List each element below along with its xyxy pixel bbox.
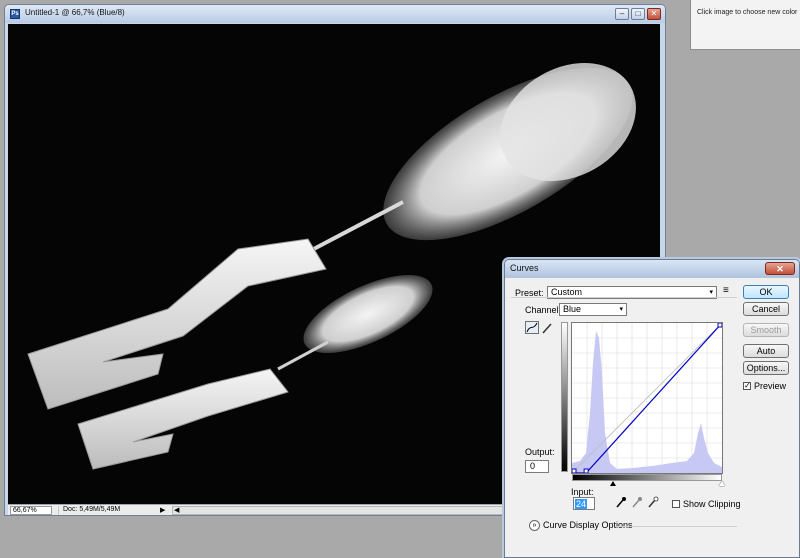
document-title-bar[interactable]: Ps Untitled-1 @ 66,7% (Blue/8) – □ ✕ [5, 5, 665, 23]
maximize-button[interactable]: □ [631, 8, 645, 20]
black-eyedropper-icon[interactable] [615, 496, 627, 508]
color-panel: Click image to choose new color [690, 0, 800, 50]
curve-display-options-label: Curve Display Options [543, 520, 633, 530]
gray-eyedropper-icon[interactable] [631, 496, 643, 508]
curve-point[interactable] [583, 468, 589, 474]
output-label: Output: [525, 447, 555, 457]
channel-label: Channel: [525, 305, 562, 315]
auto-button[interactable]: Auto [743, 344, 789, 358]
expand-options-icon[interactable]: » [529, 520, 540, 531]
zoom-field[interactable]: 66,67% [10, 506, 52, 515]
channel-select[interactable]: Blue ▾ [559, 303, 627, 316]
input-label: Input: [571, 487, 594, 497]
input-value: 24 [575, 499, 588, 509]
ok-button[interactable]: OK [743, 285, 789, 299]
curve-edit-tool-icon[interactable] [525, 321, 539, 334]
curve-point[interactable] [571, 468, 577, 474]
document-title: Untitled-1 @ 66,7% (Blue/8) [25, 8, 125, 17]
curves-title-bar[interactable]: Curves ✕ [505, 260, 799, 278]
dialog-title: Curves [510, 263, 539, 273]
group-divider [511, 297, 737, 298]
show-clipping-label: Show Clipping [683, 499, 741, 509]
curve-point[interactable] [717, 322, 723, 328]
white-point-slider[interactable] [719, 481, 725, 486]
white-eyedropper-icon[interactable] [647, 496, 659, 508]
photoshop-icon: Ps [10, 9, 20, 19]
small-brush-bristles [303, 275, 433, 353]
black-point-slider[interactable] [610, 481, 616, 486]
output-gradient-bar [561, 322, 568, 472]
small-brush-wire [277, 340, 329, 371]
minimize-button[interactable]: – [615, 8, 629, 20]
options-divider [615, 526, 737, 527]
channel-value: Blue [563, 304, 582, 314]
input-field[interactable]: 24 [573, 497, 595, 510]
curves-dialog: Curves ✕ Preset: Custom ▾ ≡ Channel: Blu… [504, 259, 800, 558]
large-brush-bristles [383, 62, 636, 241]
color-hint: Click image to choose new color [697, 9, 798, 16]
close-button[interactable]: ✕ [647, 8, 661, 20]
scroll-left-icon[interactable]: ◀ [174, 506, 179, 514]
options-button[interactable]: Options... [743, 361, 789, 375]
preview-label: Preview [754, 381, 787, 391]
cancel-button[interactable]: Cancel [743, 302, 789, 316]
preset-menu-icon[interactable]: ≡ [723, 285, 729, 296]
input-gradient-bar [572, 474, 722, 481]
smooth-button: Smooth [743, 323, 789, 337]
pencil-icon[interactable] [541, 322, 553, 334]
large-brush-wire [307, 200, 404, 254]
preset-value: Custom [551, 287, 583, 297]
chevron-down-icon: ▾ [619, 306, 623, 313]
show-clipping-checkbox[interactable] [672, 500, 680, 508]
preview-checkbox[interactable]: ✓ [743, 382, 751, 390]
status-menu-arrow-icon[interactable]: ▶ [160, 506, 165, 514]
dialog-close-button[interactable]: ✕ [765, 262, 795, 275]
output-field[interactable]: 0 [525, 460, 549, 473]
curve-graph[interactable] [571, 322, 723, 474]
doc-size-info: Doc: 5,49M/5,49M [58, 506, 166, 515]
curve-graph-svg [571, 322, 723, 474]
